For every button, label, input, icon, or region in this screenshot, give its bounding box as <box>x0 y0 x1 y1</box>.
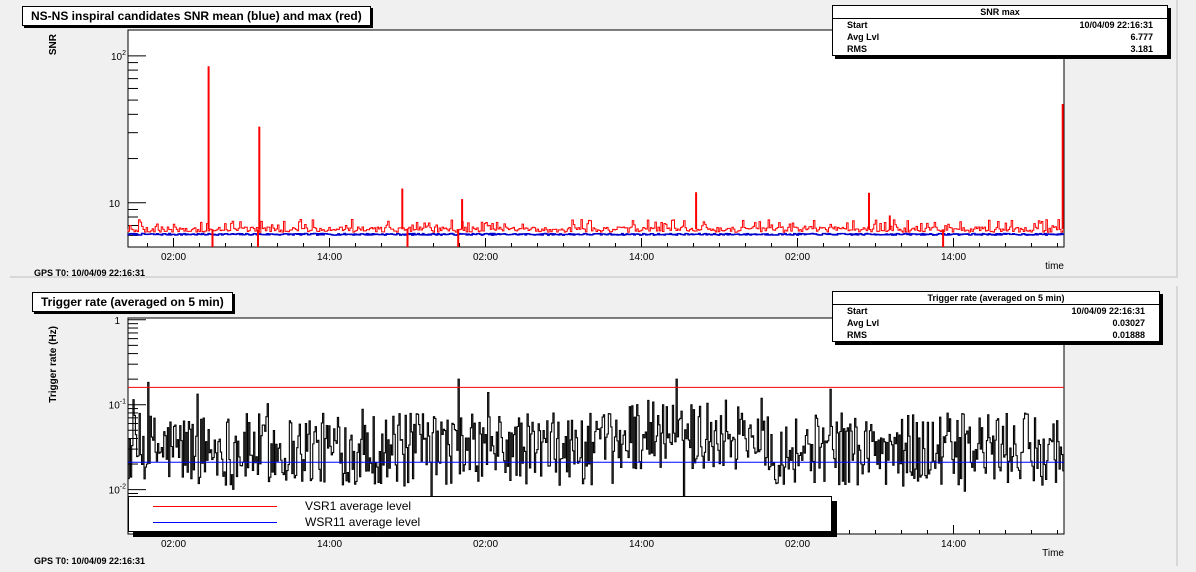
trigger-rate-stats-box: Trigger rate (averaged on 5 min) Start 10… <box>832 291 1160 342</box>
y-tick-label: 1 <box>114 316 120 327</box>
x-tick-label: 02:00 <box>473 252 498 263</box>
y-tick-label: 102 <box>111 50 126 63</box>
legend-item-wsr11: WSR11 average level <box>129 515 420 529</box>
y-tick-label: 10-1 <box>109 399 126 412</box>
y-axis-title: Trigger rate (Hz) <box>48 326 59 403</box>
x-tick-label: 02:00 <box>161 539 186 550</box>
x-axis-title: Time <box>1042 548 1064 559</box>
legend-label-wsr11: WSR11 average level <box>305 515 421 529</box>
plot-frame <box>127 29 1065 248</box>
legend-item-vsr1: VSR1 average level <box>129 499 411 513</box>
x-tick-label: 14:00 <box>317 539 342 550</box>
snr-title: NS-NS inspiral candidates SNR mean (blue… <box>22 6 371 26</box>
snr-stats-row-start: Start 10/04/09 22:16:31 <box>847 20 1153 30</box>
x-tick-label: 14:00 <box>941 252 966 263</box>
x-tick-label: 02:00 <box>785 539 810 550</box>
trigger-rate-gps-t0: GPS T0: 10/04/09 22:16:31 <box>34 556 146 566</box>
legend-swatch-wsr11 <box>153 521 277 523</box>
snr-stats-title: SNR max <box>833 6 1167 19</box>
trigger-rate-pad: 02:00 14:00 02:00 14:00 02:00 14:00 1 10-1 10-2 T… <box>10 286 1178 566</box>
trigger-rate-legend: VSR1 average level WSR11 average level <box>128 496 832 532</box>
trigger-rate-stats-row-rms: RMS 0.01888 <box>847 330 1145 340</box>
trigger-rate-stats-row-start: Start 10/04/09 22:16:31 <box>847 306 1145 316</box>
x-tick-label: 02:00 <box>785 252 810 263</box>
x-tick-label: 14:00 <box>629 539 654 550</box>
trigger-rate-stats-row-avg: Avg Lvl 0.03027 <box>847 318 1145 328</box>
snr-gps-t0: GPS T0: 10/04/09 22:16:31 <box>34 268 146 278</box>
x-tick-label: 14:00 <box>317 252 342 263</box>
legend-label-vsr1: VSR1 average level <box>305 499 412 513</box>
snr-pad: 02:00 14:00 02:00 14:00 02:00 14:00 10 102 SNR ti… <box>10 0 1178 278</box>
x-axis-title: time <box>1045 261 1064 272</box>
snr-stats-row-rms: RMS 3.181 <box>847 44 1153 54</box>
x-tick-label: 02:00 <box>473 539 498 550</box>
y-tick-label: 10 <box>109 199 121 210</box>
x-tick-label: 14:00 <box>629 252 654 263</box>
x-tick-label: 14:00 <box>941 539 966 550</box>
y-axis-title: SNR <box>48 33 59 55</box>
trigger-rate-title: Trigger rate (averaged on 5 min) <box>32 292 233 312</box>
y-tick-label: 10-2 <box>109 484 126 497</box>
legend-swatch-vsr1 <box>153 505 277 507</box>
trigger-rate-stats-title: Trigger rate (averaged on 5 min) <box>833 292 1159 305</box>
x-tick-label: 02:00 <box>161 252 186 263</box>
snr-stats-row-avg: Avg Lvl 6.777 <box>847 32 1153 42</box>
snr-stats-box: SNR max Start 10/04/09 22:16:31 Avg Lvl 6.… <box>832 5 1168 56</box>
